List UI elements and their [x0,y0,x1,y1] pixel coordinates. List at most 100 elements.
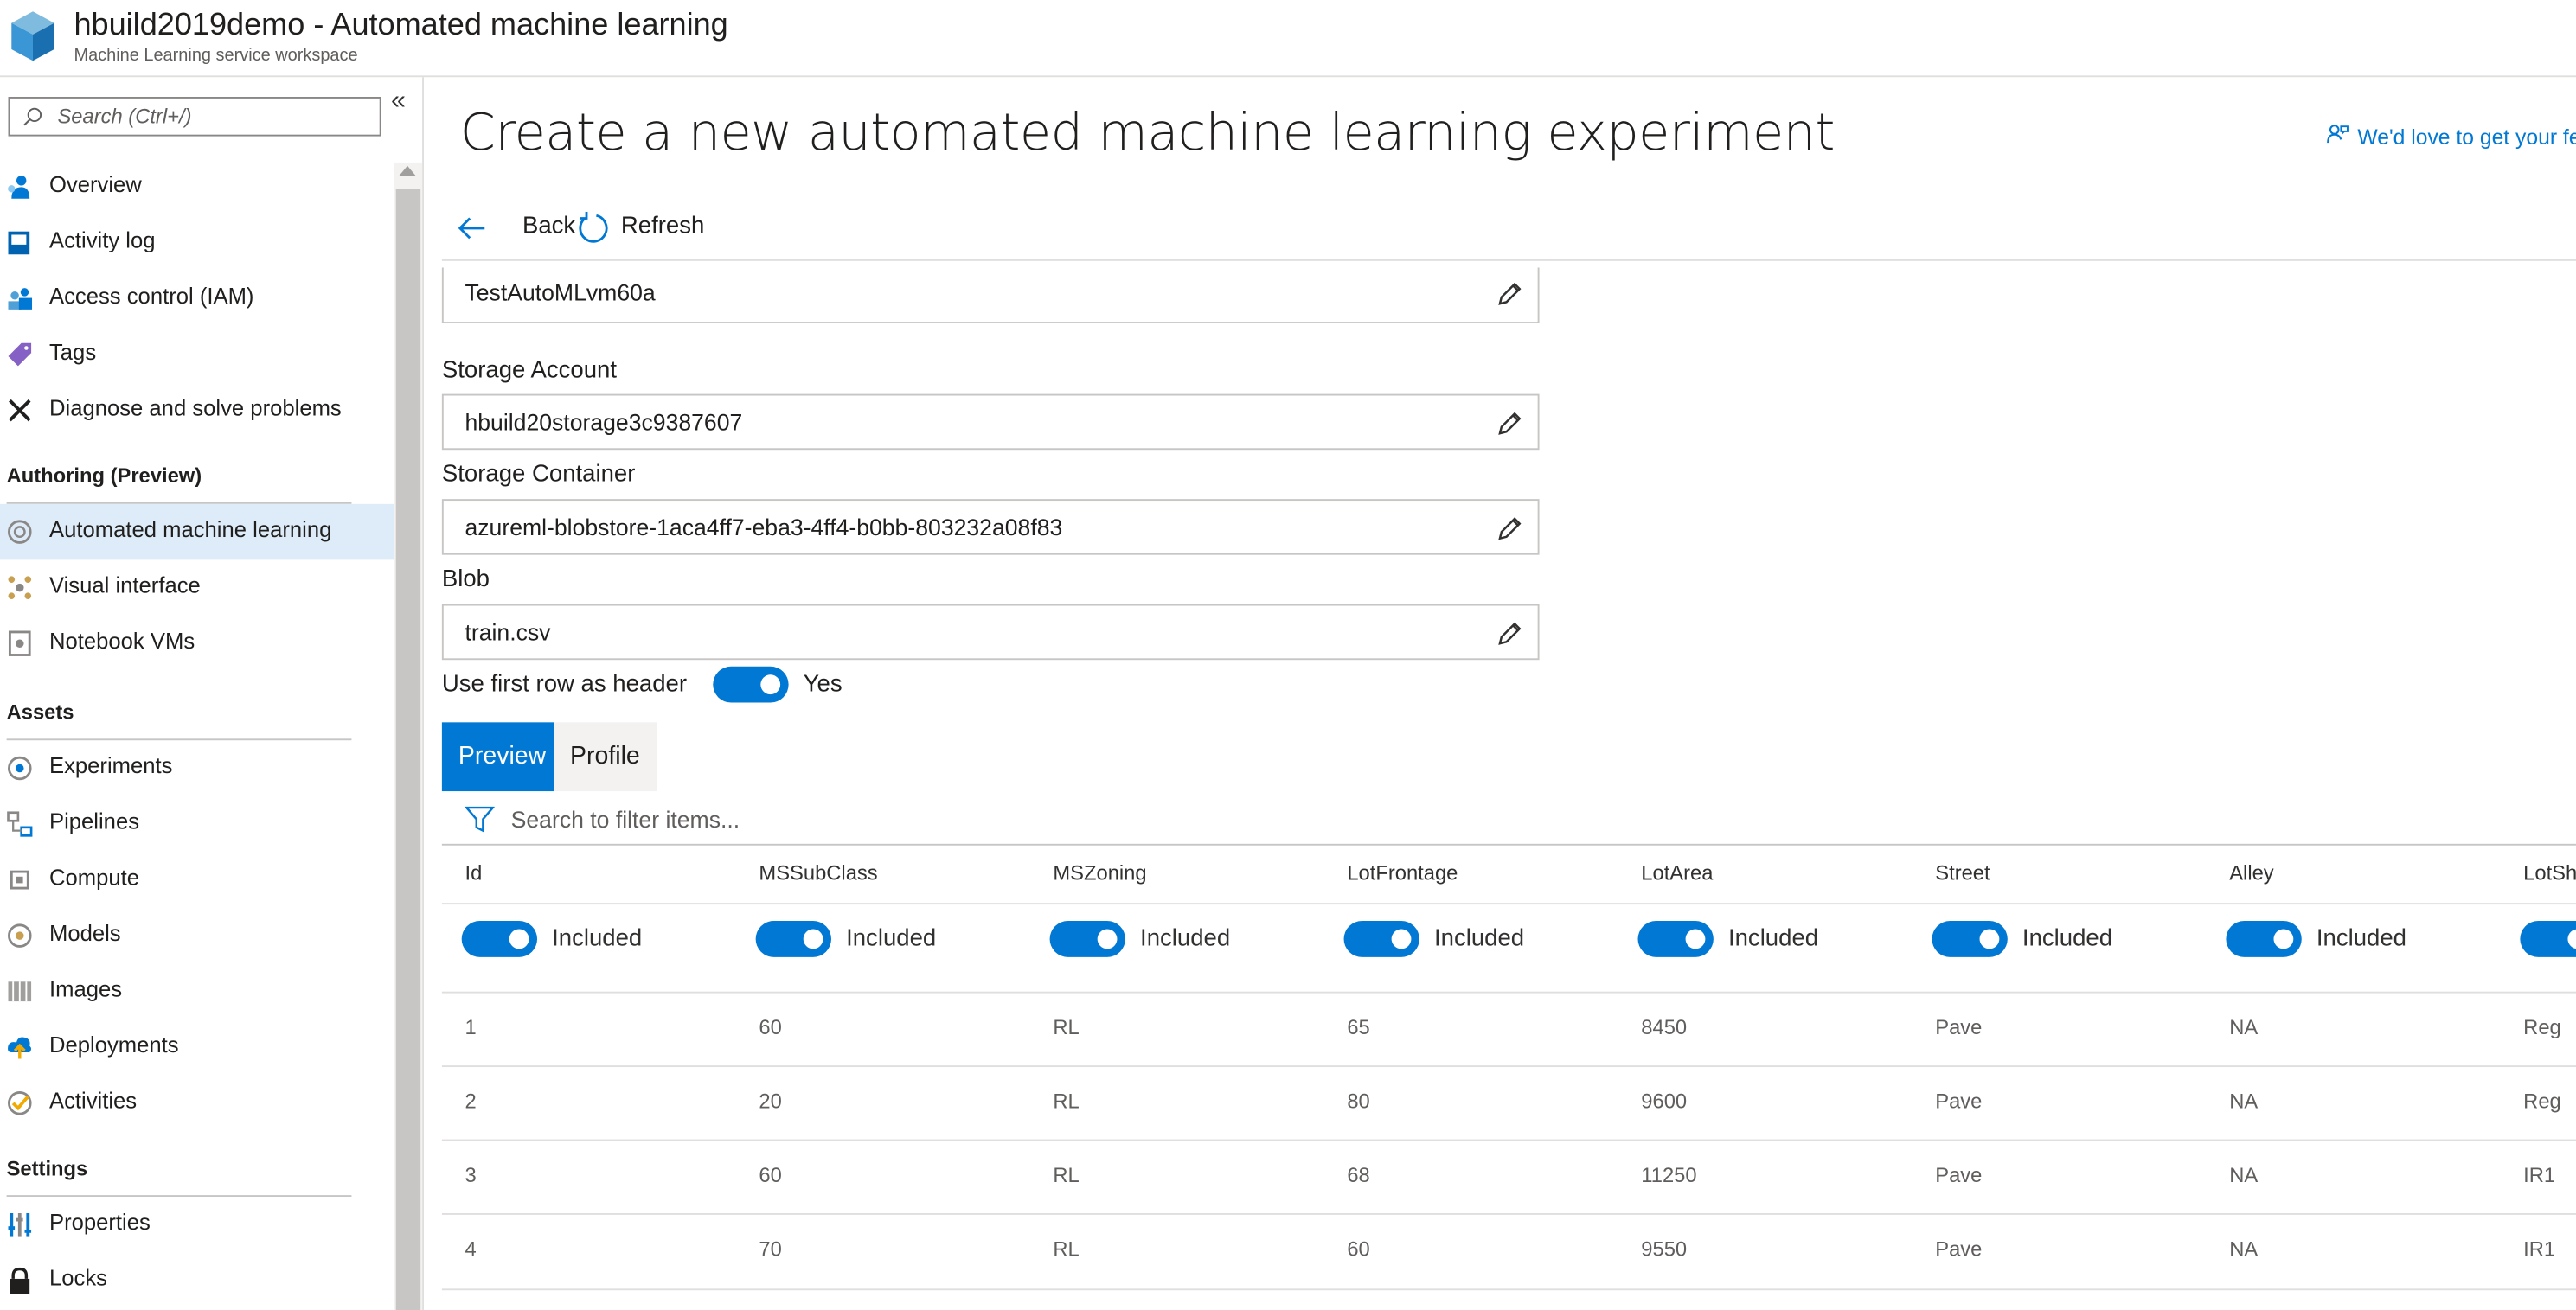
column-header[interactable]: Alley [2229,862,2273,885]
column-header[interactable]: MSSubClass [759,862,877,885]
sidebar-item-label: Activities [48,1088,138,1114]
table-cell: RL [1053,1164,1080,1187]
column-include-toggle[interactable] [1932,921,2008,957]
sidebar-item-overview[interactable]: Overview [0,159,394,215]
row-divider [441,1065,2576,1068]
search-placeholder: Search (Ctrl+/) [57,105,192,129]
feedback-icon [2327,125,2349,144]
sidebar-item-label: Diagnose and solve problems [48,395,342,421]
blob-field[interactable]: train.csv [441,604,1540,661]
sidebar-scroll-thumb[interactable] [395,189,421,1310]
section-header-settings: Settings [6,1157,88,1181]
deployments-icon [8,1037,32,1059]
experiment-name-value: TestAutoMLvm60a [465,278,656,306]
sidebar-item-images[interactable]: Images [0,963,394,1019]
filter-search-input[interactable]: Search to filter items... [465,804,1286,840]
table-cell: NA [2229,1164,2259,1187]
column-include-toggle[interactable] [1343,921,1419,957]
header-toggle-label: Use first row as header [441,671,688,698]
table-cell: 9550 [1641,1237,1688,1262]
sidebar-item-label: Models [48,921,121,946]
sidebar-item-diagnose[interactable]: Diagnose and solve problems [0,382,394,438]
compute-icon [10,870,29,890]
visual-interface-icon [8,576,32,599]
sidebar-item-visual-interface[interactable]: Visual interface [0,559,394,616]
tab-profile-label: Profile [570,742,640,770]
sidebar-item-label: Notebook VMs [48,629,195,654]
sidebar-item-tags[interactable]: Tags [0,327,394,383]
edit-pencil-icon[interactable] [1495,409,1524,438]
table-cell: RL [1053,1090,1080,1114]
edit-pencil-icon[interactable] [1495,619,1524,649]
sidebar-item-label: Access control (IAM) [48,284,254,309]
column-include-toggle[interactable] [755,921,831,957]
table-cell: Pave [1935,1164,1983,1187]
experiment-name-field[interactable]: TestAutoMLvm60a [441,267,1540,324]
wrench-icon [9,399,31,422]
scroll-up-arrow-icon[interactable] [399,165,416,176]
table-cell: 1 [465,1016,477,1039]
storage-account-value: hbuild20storage3c9387607 [465,408,743,436]
column-include-label: Included [1140,925,1231,953]
sidebar-item-label: Activity log [48,227,156,253]
table-cell: NA [2229,1237,2259,1262]
access-control-icon [8,288,33,310]
sidebar-item-automated-ml[interactable]: Automated machine learning [0,503,394,560]
sidebar-item-models[interactable]: Models [0,908,394,964]
activity-log-icon [8,231,30,255]
storage-container-field[interactable]: azureml-blobstore-1aca4ff7-eba3-4ff4-b0b… [441,499,1540,555]
tag-icon [8,342,32,367]
tab-preview[interactable]: Preview [441,722,554,792]
column-header[interactable]: Id [465,862,482,885]
sidebar-item-locks[interactable]: Locks [0,1253,394,1309]
storage-account-field[interactable]: hbuild20storage3c9387607 [441,393,1540,451]
sidebar-item-experiments[interactable]: Experiments [0,740,394,796]
sidebar-item-activities[interactable]: Activities [0,1076,394,1132]
sidebar-item-activity-log[interactable]: Activity log [0,215,394,272]
filter-placeholder: Search to filter items... [510,806,740,833]
app-subtitle: Machine Learning service workspace [74,46,358,66]
column-include-toggle[interactable] [461,921,538,957]
table-cell: IR1 [2523,1164,2556,1187]
pipelines-icon [7,811,33,837]
column-include-label: Included [552,925,643,953]
sidebar-item-pipelines[interactable]: Pipelines [0,796,394,853]
table-cell: 68 [1347,1164,1370,1187]
column-header[interactable]: LotSha [2523,862,2576,885]
sidebar-item-access-control[interactable]: Access control (IAM) [0,271,394,327]
sidebar-item-label: Deployments [48,1032,179,1058]
column-include-toggle[interactable] [2226,921,2302,957]
column-header[interactable]: Street [1935,862,1990,885]
column-include-toggle[interactable] [1049,921,1125,957]
table-cell: Reg [2523,1016,2561,1039]
refresh-button[interactable]: Refresh [577,208,708,248]
row-divider [441,1288,2576,1291]
sidebar-item-compute[interactable]: Compute [0,852,394,908]
table-cell: 20 [759,1090,782,1114]
column-include-toggle[interactable] [1637,921,1714,957]
tab-profile[interactable]: Profile [554,722,657,792]
sidebar-item-properties[interactable]: Properties [0,1197,394,1253]
column-include-label: Included [2316,925,2407,953]
blob-value: train.csv [465,618,551,646]
column-include-toggle[interactable] [2520,921,2576,957]
automl-icon [8,520,32,544]
edit-pencil-icon[interactable] [1495,514,1524,543]
column-header[interactable]: LotFrontage [1347,862,1458,885]
storage-container-label: Storage Container [441,461,636,488]
column-header[interactable]: MSZoning [1053,862,1146,885]
refresh-button-label: Refresh [620,213,705,240]
sidebar-item-deployments[interactable]: Deployments [0,1019,394,1076]
first-row-header-toggle[interactable] [713,666,789,703]
table-cell: RL [1053,1237,1080,1262]
collapse-sidebar-button[interactable]: « [391,87,414,117]
table-cell: Pave [1935,1237,1983,1262]
edit-pencil-icon[interactable] [1495,279,1524,309]
sidebar-search-input[interactable]: Search (Ctrl+/) [8,97,381,137]
sidebar-item-notebook-vms[interactable]: Notebook VMs [0,616,394,672]
notebook-icon [8,630,31,656]
back-button[interactable]: Back [457,208,575,248]
column-header[interactable]: LotArea [1641,862,1713,885]
command-bar-divider [441,259,2576,261]
sidebar-item-label: Locks [48,1265,107,1291]
